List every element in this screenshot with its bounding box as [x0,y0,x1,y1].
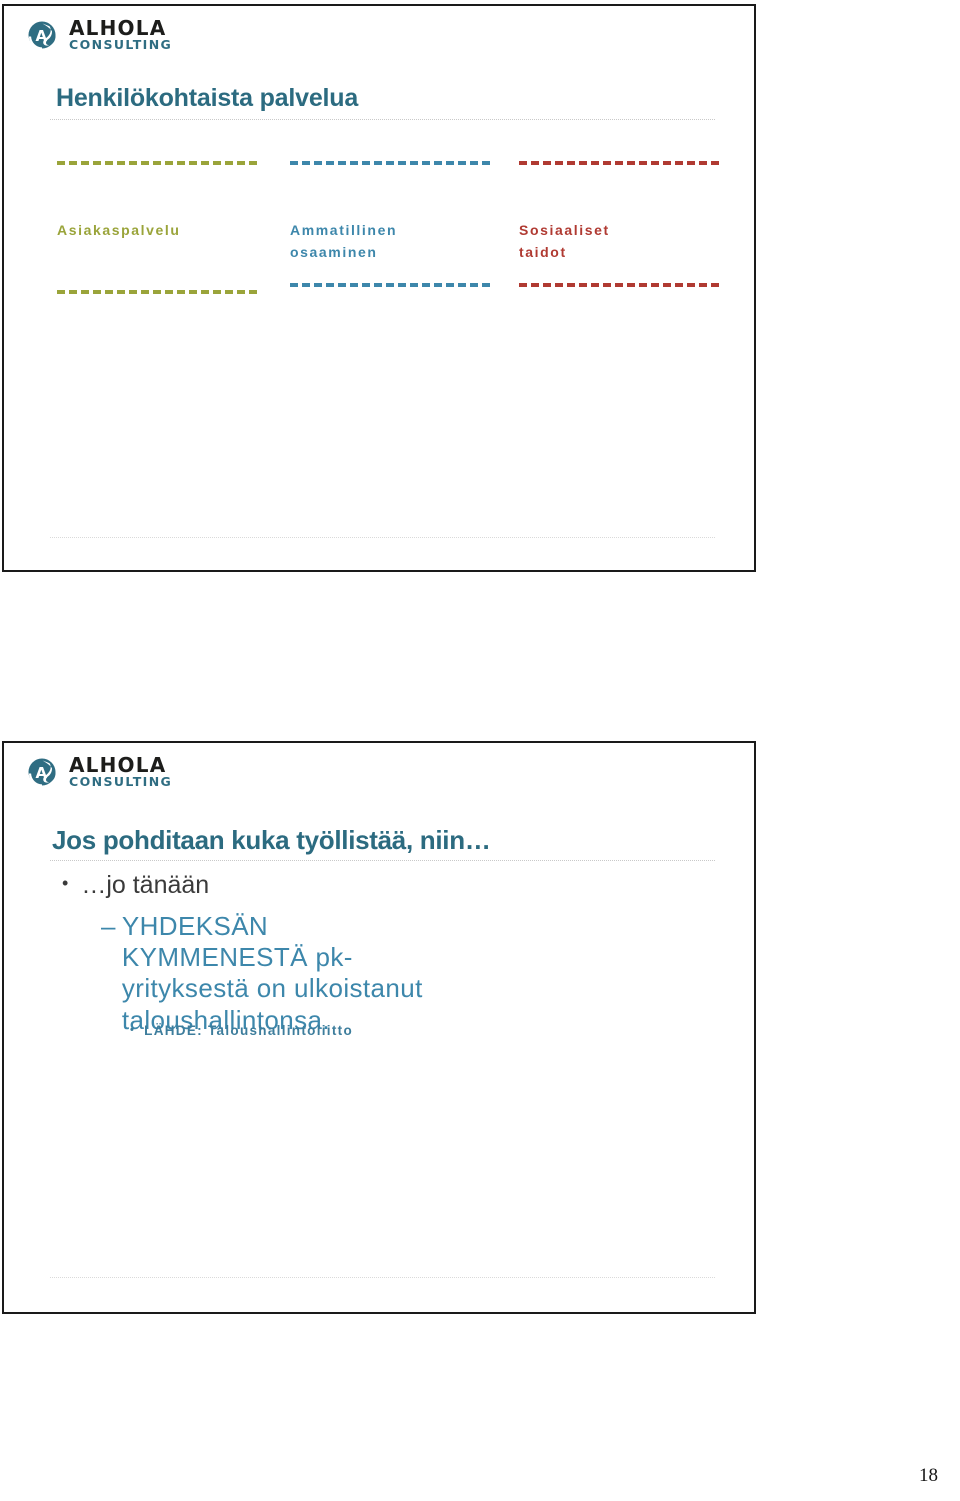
column-spacer [290,263,490,283]
slide-1: A ALHOLA CONSULTING Henkilökohtaista pal… [2,4,756,572]
bullet-level-2-text: YHDEKSÄN KYMMENESTÄ pk-yrityksestä on ul… [121,911,423,1035]
svg-text:A: A [36,764,48,782]
brand-wordmark: ALHOLA CONSULTING [69,755,172,789]
slide-2-title-divider [50,860,715,861]
bullet-level-1: • …jo tänään [62,871,209,900]
column-bottom-dashed-rule [290,283,490,288]
slide-1-title: Henkilökohtaista palvelua [56,84,359,112]
alhola-circle-a-logo-icon: A [27,755,61,789]
column-label: Sosiaaliset taidot [519,222,610,260]
diagram-column-ammatillinen-osaaminen: Ammatillinen osaaminen [290,161,490,288]
brand-logo-slide-2: A ALHOLA CONSULTING [27,755,172,789]
slide-2: A ALHOLA CONSULTING Jos pohditaan kuka t… [2,741,756,1314]
alhola-circle-a-logo-icon: A [27,18,61,52]
brand-tagline: CONSULTING [69,37,173,53]
brand-tagline: CONSULTING [69,774,173,790]
brand-name: ALHOLA [69,16,167,41]
diagram-column-sosiaaliset-taidot: Sosiaaliset taidot [519,161,719,288]
column-label: Ammatillinen osaaminen [290,222,398,260]
diagram-column-asiakaspalvelu: Asiakaspalvelu [57,161,257,294]
column-bottom-dashed-rule [519,283,719,288]
bullet-marker-level-1: • [62,873,69,893]
bullet-level-3-text: LÄHDE: Taloushallintoliitto [144,1023,353,1038]
column-bottom-dashed-rule [57,289,257,294]
brand-name: ALHOLA [69,753,167,778]
column-label: Asiakaspalvelu [57,222,181,238]
slide-1-footer-divider [50,537,715,538]
bullet-marker-level-2: – [101,911,116,941]
slide-1-title-divider [50,119,715,120]
svg-text:A: A [36,27,48,45]
brand-logo-slide-1: A ALHOLA CONSULTING [27,18,172,52]
bullet-marker-level-3: • [130,1024,136,1036]
slide-2-footer-divider [50,1277,715,1278]
slide-2-title: Jos pohditaan kuka työllistää, niin… [52,825,491,855]
bullet-level-1-text: …jo tänään [81,871,210,899]
column-spacer [57,242,257,290]
bullet-level-3: • LÄHDE: Taloushallintoliitto [130,1023,353,1038]
column-spacer [519,263,719,283]
brand-wordmark: ALHOLA CONSULTING [69,18,172,52]
page-number: 18 [919,1465,938,1486]
bullet-level-2: – YHDEKSÄN KYMMENESTÄ pk-yrityksestä on … [101,911,452,1036]
